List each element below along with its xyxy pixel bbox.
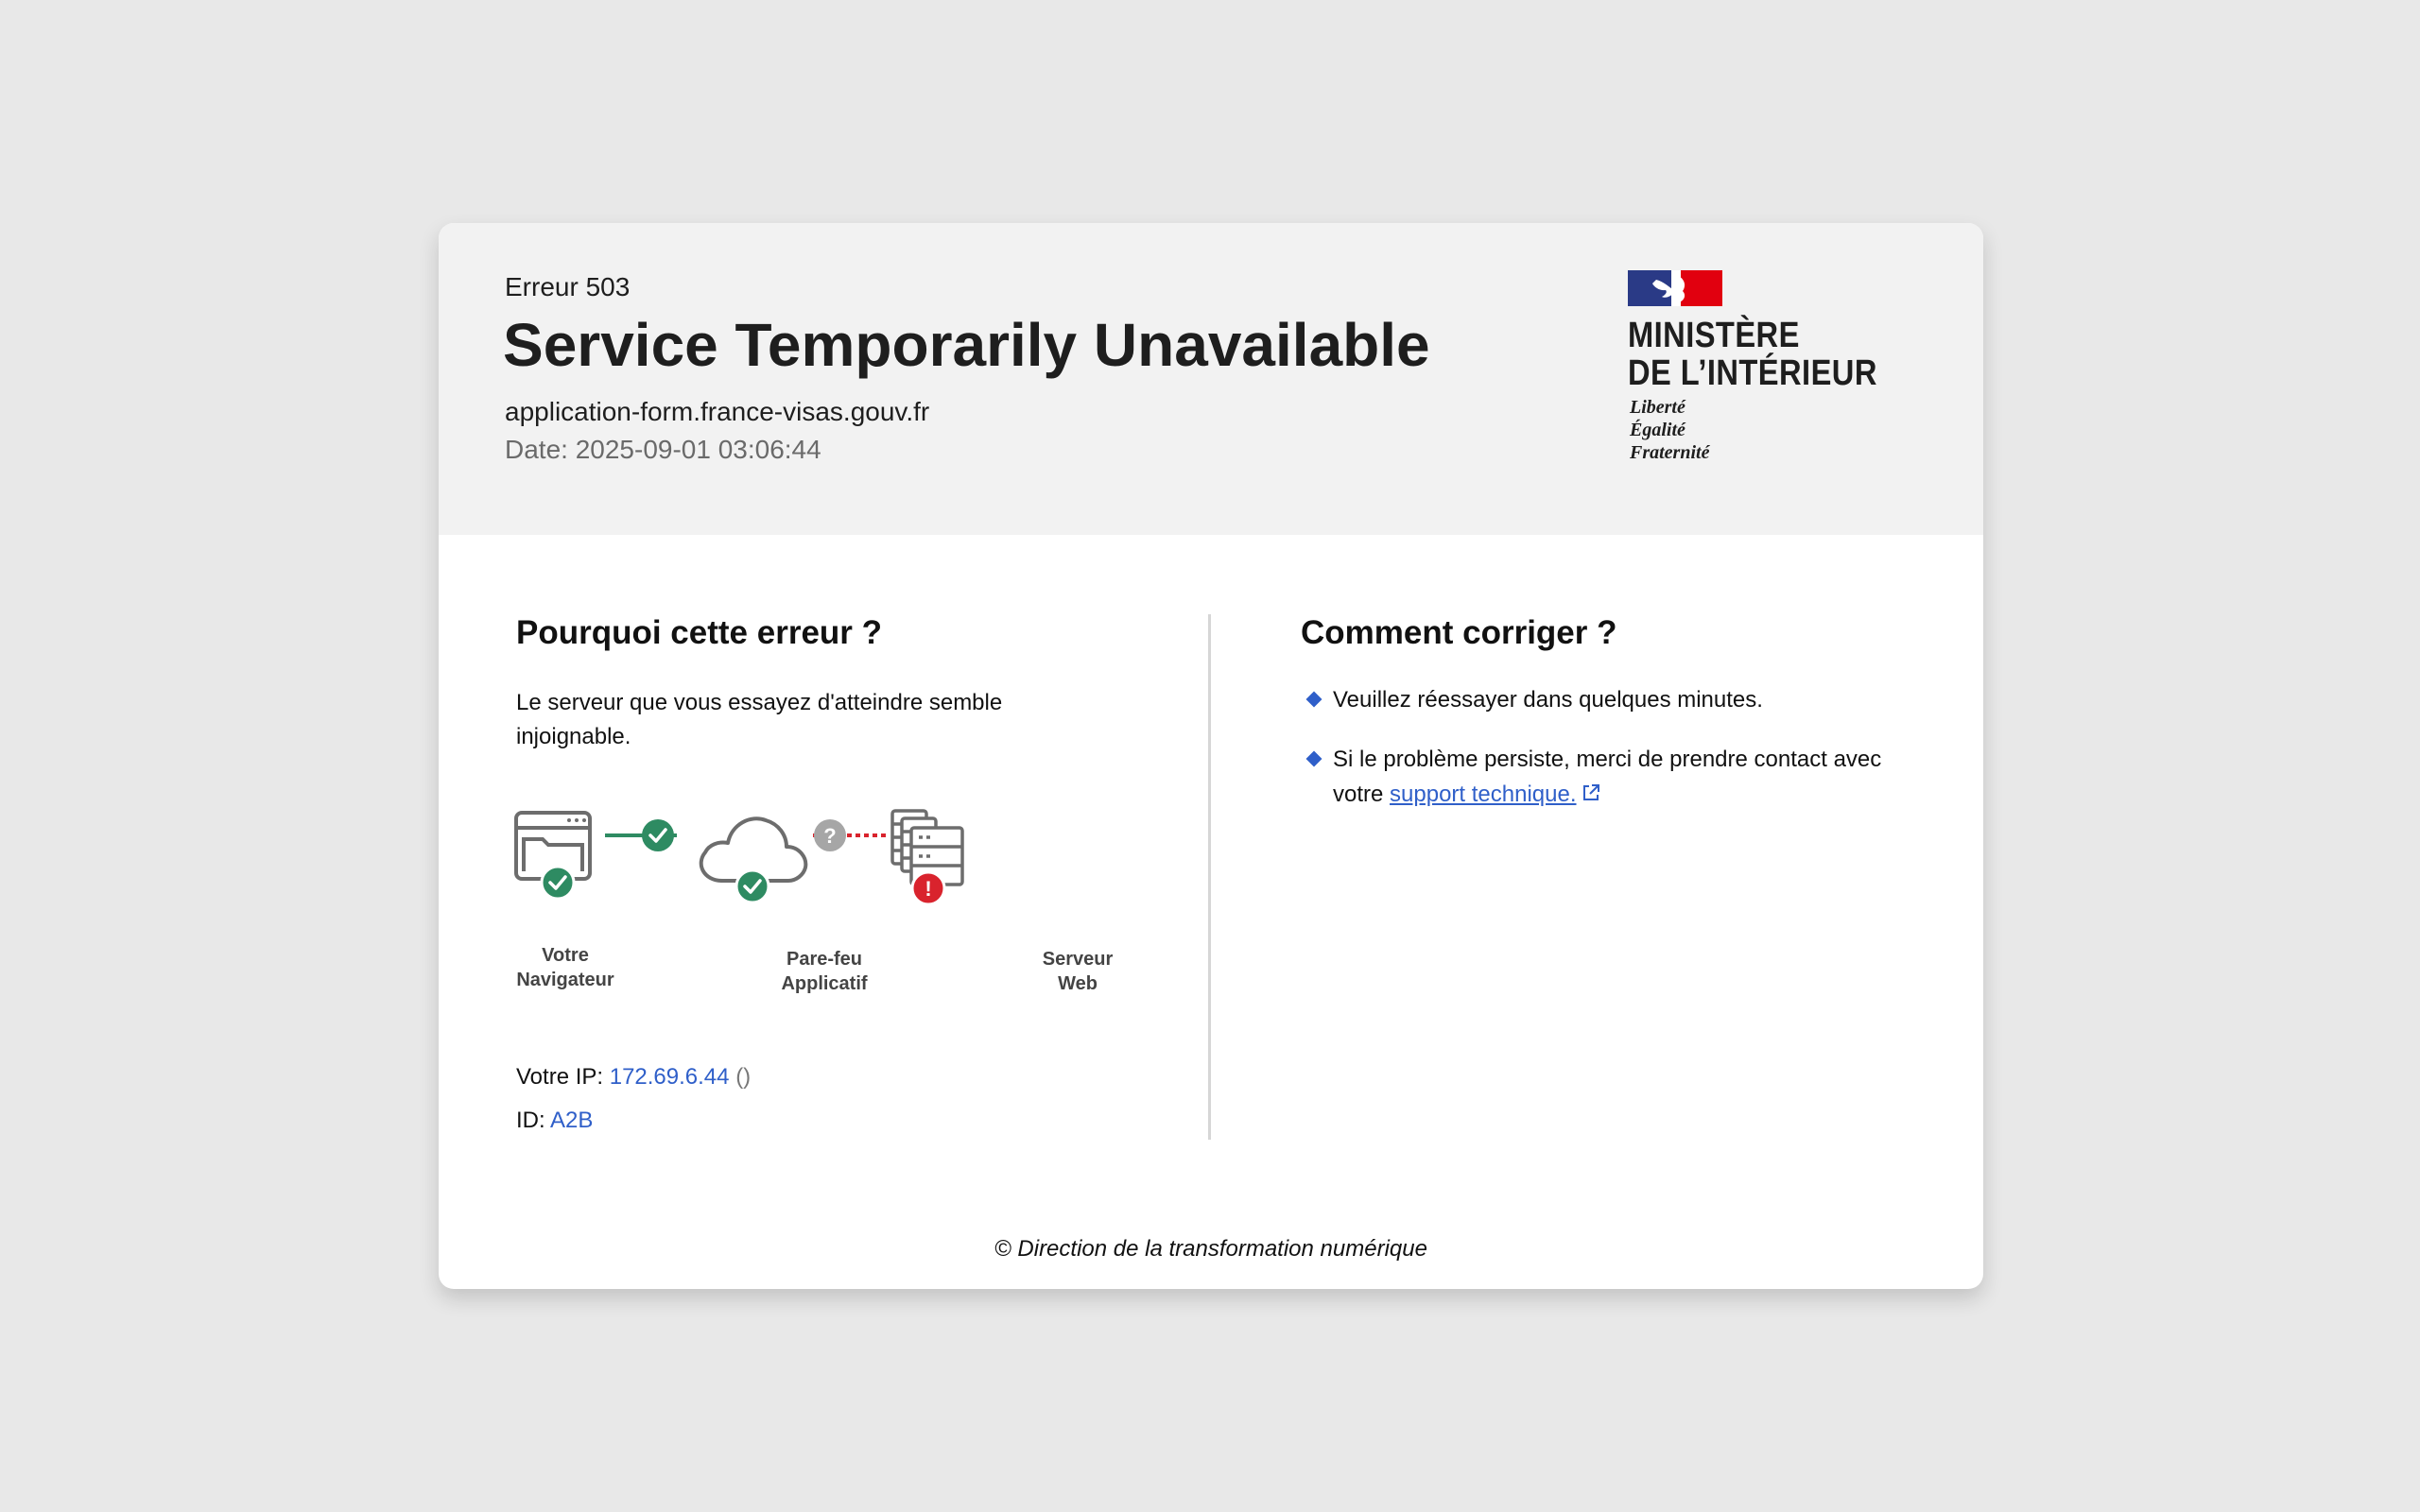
node-label-server-line1: Serveur [1042,949,1114,970]
firewall-ok-badge-icon [735,868,770,904]
error-card: Erreur 503 Service Temporarily Unavailab… [439,223,1983,1289]
connection-diagram-graphic: ? ! [514,809,964,906]
node-label-server-line2: Web [1058,973,1098,994]
node-label-firewall-text: Pare-feu Applicatif [758,947,890,996]
node-label-browser-line2: Navigateur [516,970,614,990]
node-label-firewall-line1: Pare-feu [786,949,863,970]
column-divider [1208,614,1211,1140]
link-browser-firewall [605,819,677,851]
list-item: Si le problème persiste, merci de prendr… [1305,742,1910,812]
list-item: Veuillez réessayer dans quelques minutes… [1305,682,1910,717]
link-firewall-server: ? [813,819,887,851]
error-header: Erreur 503 Service Temporarily Unavailab… [439,223,1983,535]
logo-motto-2: Égalité [1630,420,1685,440]
logo-motto-1: Liberté [1630,397,1685,418]
svg-text:?: ? [823,824,836,848]
node-label-server-text: Serveur Web [1011,947,1144,996]
ip-extra: () [735,1064,752,1090]
fix-tips-list: Veuillez réessayer dans quelques minutes… [1305,682,1910,836]
page-title: Service Temporarily Unavailable [503,311,1430,379]
fix-heading: Comment corriger ? [1301,614,1617,651]
node-label-browser-text: Votre Navigateur [499,943,631,992]
ip-value: 172.69.6.44 [609,1064,730,1090]
node-label-browser-line1: Votre [542,945,589,966]
node-label-firewall-line2: Applicatif [781,973,868,994]
logo-line-2: DE L’INTÉRIEUR [1628,353,1877,393]
tip-retry-text: Veuillez réessayer dans quelques minutes… [1333,687,1763,713]
ip-info: Votre IP: 172.69.6.44 () [516,1064,751,1091]
footer-copyright: © Direction de la transformation numériq… [994,1236,1427,1262]
ip-label: Votre IP: [516,1064,610,1090]
support-link[interactable]: support technique. [1390,782,1576,807]
logo-motto-3: Fraternité [1630,442,1710,463]
svg-text:!: ! [925,877,931,901]
logo-line-1: MINISTÈRE [1628,316,1800,355]
why-explanation: Le serveur que vous essayez d'atteindre … [516,690,1003,749]
error-code: Erreur 503 [505,272,631,301]
diamond-bullet-icon [1305,750,1322,767]
external-link-icon[interactable] [1581,782,1601,803]
marianne-flag-icon [1628,270,1722,306]
connection-diagram: ? ! [510,807,1134,1053]
server-error-badge-icon: ! [910,870,946,906]
id-value: A2B [550,1108,594,1133]
id-label: ID: [516,1108,551,1133]
ministere-interieur-logo: MINISTÈRE DE L’INTÉRIEUR Liberté Égalité… [1628,270,1921,478]
host-name: application-form.france-visas.gouv.fr [505,397,930,426]
request-id-info: ID: A2B [516,1108,593,1134]
why-heading: Pourquoi cette erreur ? [516,614,883,651]
browser-ok-badge-icon [540,865,576,901]
error-date: Date: 2025-09-01 03:06:44 [505,435,821,464]
diamond-bullet-icon [1305,691,1322,708]
